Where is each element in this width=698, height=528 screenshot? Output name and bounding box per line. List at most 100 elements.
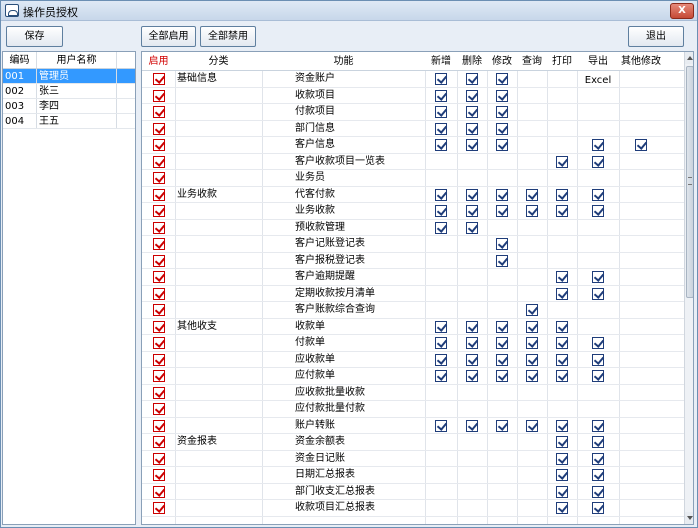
- query-checkbox[interactable]: [526, 353, 538, 366]
- modify-checkbox[interactable]: [496, 254, 508, 267]
- export-excel-checkbox[interactable]: [592, 469, 604, 481]
- print-checkbox[interactable]: [556, 353, 568, 366]
- print-checkbox[interactable]: [556, 320, 568, 333]
- enable-checkbox[interactable]: [153, 353, 165, 366]
- export-excel-checkbox[interactable]: [592, 155, 604, 168]
- enable-checkbox[interactable]: [153, 452, 165, 465]
- print-checkbox[interactable]: [556, 469, 568, 481]
- query-checkbox[interactable]: [526, 205, 538, 217]
- user-row[interactable]: 002 张三: [3, 84, 135, 99]
- other-modify-checkbox[interactable]: [635, 139, 647, 151]
- add-checkbox[interactable]: [435, 73, 447, 85]
- query-header[interactable]: 查询: [517, 52, 547, 71]
- enable-checkbox[interactable]: [153, 502, 165, 514]
- add-checkbox[interactable]: [435, 221, 447, 234]
- export-excel-checkbox[interactable]: [592, 485, 604, 498]
- modify-checkbox[interactable]: [496, 139, 508, 151]
- modify-checkbox[interactable]: [496, 353, 508, 366]
- modify-checkbox[interactable]: [496, 337, 508, 349]
- enable-checkbox[interactable]: [153, 254, 165, 267]
- export-excel-header[interactable]: 导出Excel: [577, 52, 619, 86]
- add-checkbox[interactable]: [435, 337, 447, 349]
- enable-checkbox[interactable]: [153, 73, 165, 85]
- print-checkbox[interactable]: [556, 502, 568, 514]
- add-checkbox[interactable]: [435, 122, 447, 135]
- query-checkbox[interactable]: [526, 370, 538, 382]
- user-row[interactable]: 004 王五: [3, 114, 135, 129]
- scroll-thumb[interactable]: [686, 66, 693, 298]
- modify-checkbox[interactable]: [496, 238, 508, 250]
- modify-checkbox[interactable]: [496, 188, 508, 201]
- modify-checkbox[interactable]: [496, 370, 508, 382]
- add-checkbox[interactable]: [435, 320, 447, 333]
- enable-checkbox[interactable]: [153, 370, 165, 382]
- delete-checkbox[interactable]: [466, 419, 478, 432]
- user-row[interactable]: 001 管理员: [3, 69, 135, 84]
- enable-checkbox[interactable]: [153, 469, 165, 481]
- query-checkbox[interactable]: [526, 304, 538, 316]
- modify-checkbox[interactable]: [496, 320, 508, 333]
- export-excel-checkbox[interactable]: [592, 502, 604, 514]
- exit-button[interactable]: 退出: [628, 26, 684, 47]
- delete-checkbox[interactable]: [466, 139, 478, 151]
- enable-checkbox[interactable]: [153, 287, 165, 300]
- disable-all-button[interactable]: 全部禁用: [200, 26, 256, 47]
- add-checkbox[interactable]: [435, 353, 447, 366]
- export-excel-checkbox[interactable]: [592, 287, 604, 300]
- modify-checkbox[interactable]: [496, 419, 508, 432]
- print-checkbox[interactable]: [556, 419, 568, 432]
- user-name-header[interactable]: 用户名称: [37, 52, 117, 68]
- enable-checkbox[interactable]: [153, 419, 165, 432]
- export-excel-checkbox[interactable]: [592, 436, 604, 448]
- add-checkbox[interactable]: [435, 139, 447, 151]
- enable-checkbox[interactable]: [153, 403, 165, 415]
- enable-checkbox[interactable]: [153, 205, 165, 217]
- export-excel-checkbox[interactable]: [592, 419, 604, 432]
- other-modify-header[interactable]: 其他修改: [619, 52, 663, 71]
- print-checkbox[interactable]: [556, 436, 568, 448]
- delete-checkbox[interactable]: [466, 337, 478, 349]
- enable-checkbox[interactable]: [153, 386, 165, 399]
- delete-checkbox[interactable]: [466, 73, 478, 85]
- delete-checkbox[interactable]: [466, 205, 478, 217]
- add-checkbox[interactable]: [435, 370, 447, 382]
- print-checkbox[interactable]: [556, 155, 568, 168]
- add-checkbox[interactable]: [435, 205, 447, 217]
- enable-checkbox[interactable]: [153, 172, 165, 184]
- delete-checkbox[interactable]: [466, 122, 478, 135]
- enable-checkbox[interactable]: [153, 122, 165, 135]
- add-checkbox[interactable]: [435, 89, 447, 102]
- print-checkbox[interactable]: [556, 205, 568, 217]
- enable-checkbox[interactable]: [153, 221, 165, 234]
- add-checkbox[interactable]: [435, 419, 447, 432]
- enable-header[interactable]: 启用: [142, 52, 175, 71]
- scroll-down-arrow-icon[interactable]: [685, 512, 693, 524]
- enable-checkbox[interactable]: [153, 337, 165, 349]
- modify-checkbox[interactable]: [496, 122, 508, 135]
- export-excel-checkbox[interactable]: [592, 337, 604, 349]
- modify-checkbox[interactable]: [496, 73, 508, 85]
- export-excel-checkbox[interactable]: [592, 139, 604, 151]
- enable-checkbox[interactable]: [153, 155, 165, 168]
- export-excel-checkbox[interactable]: [592, 452, 604, 465]
- export-excel-checkbox[interactable]: [592, 205, 604, 217]
- enable-checkbox[interactable]: [153, 188, 165, 201]
- close-button[interactable]: X: [670, 3, 694, 19]
- delete-checkbox[interactable]: [466, 353, 478, 366]
- enable-checkbox[interactable]: [153, 238, 165, 250]
- delete-checkbox[interactable]: [466, 106, 478, 118]
- export-excel-checkbox[interactable]: [592, 271, 604, 283]
- delete-checkbox[interactable]: [466, 89, 478, 102]
- print-header[interactable]: 打印: [547, 52, 577, 71]
- modify-checkbox[interactable]: [496, 106, 508, 118]
- query-checkbox[interactable]: [526, 419, 538, 432]
- function-header[interactable]: 功能: [262, 52, 425, 71]
- enable-checkbox[interactable]: [153, 485, 165, 498]
- category-header[interactable]: 分类: [175, 52, 262, 71]
- query-checkbox[interactable]: [526, 188, 538, 201]
- query-checkbox[interactable]: [526, 337, 538, 349]
- print-checkbox[interactable]: [556, 485, 568, 498]
- add-checkbox[interactable]: [435, 106, 447, 118]
- modify-checkbox[interactable]: [496, 205, 508, 217]
- export-excel-checkbox[interactable]: [592, 370, 604, 382]
